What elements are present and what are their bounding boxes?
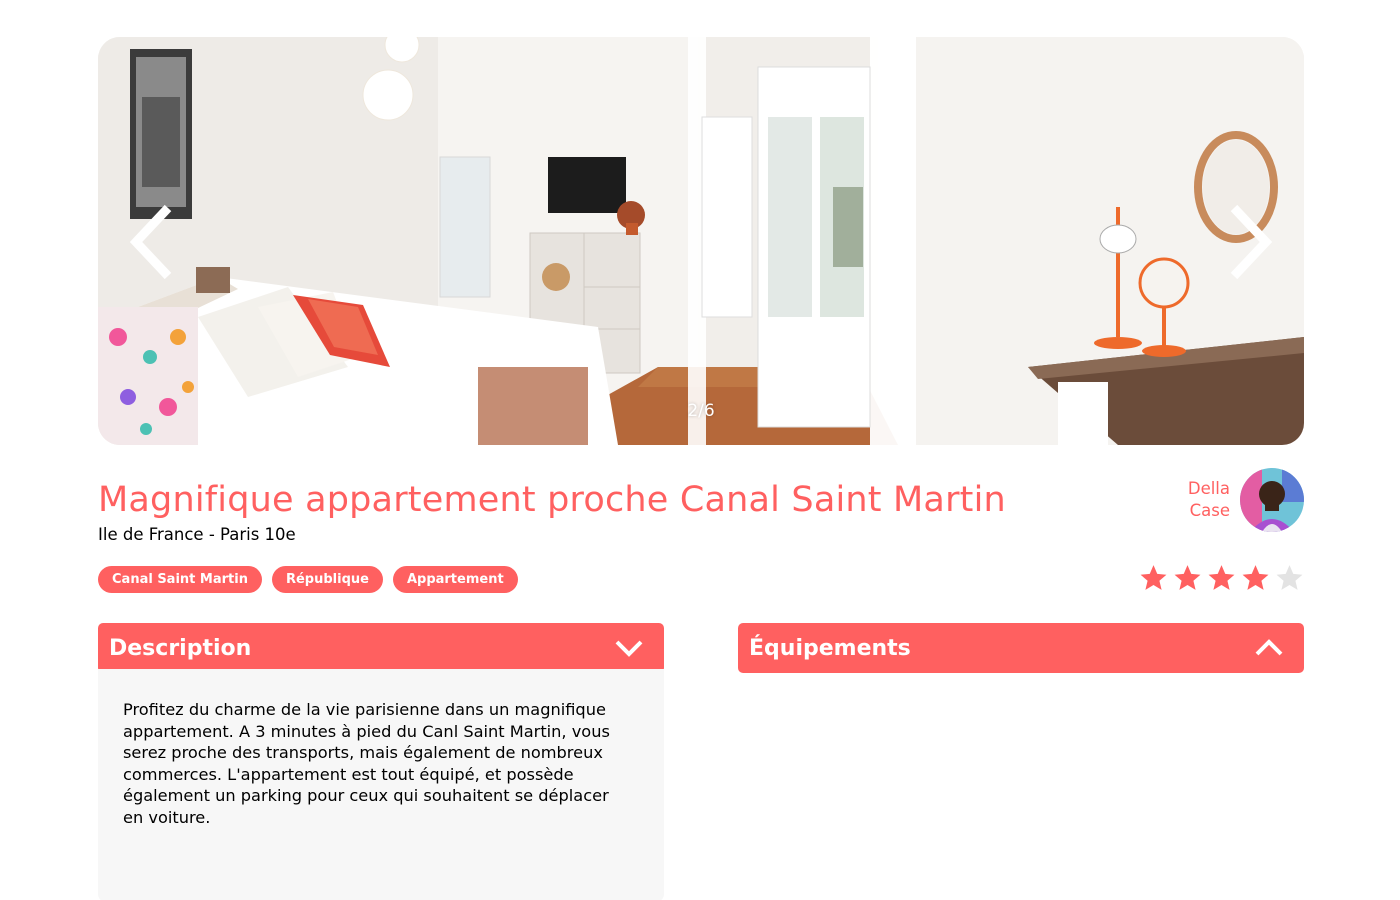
description-title: Description <box>109 635 252 661</box>
host-first-name: Della <box>1187 479 1230 498</box>
chevron-down-icon <box>615 640 643 657</box>
photo-carousel[interactable]: 2/6 <box>98 37 1304 445</box>
host-last-name: Case <box>1189 501 1230 520</box>
equipment-section: Équipements <box>738 623 1304 673</box>
chevron-left-icon <box>129 204 172 280</box>
previous-photo-button[interactable] <box>120 197 184 287</box>
star-icon-4 <box>1242 565 1269 590</box>
star-icon-2 <box>1174 565 1201 590</box>
next-photo-button[interactable] <box>1218 197 1282 287</box>
rating-stars <box>1139 563 1304 592</box>
photo-counter: 2/6 <box>687 401 715 421</box>
star-icon-1 <box>1140 565 1167 590</box>
description-body: Profitez du charme de la vie parisienne … <box>98 669 664 900</box>
star-icon-3 <box>1208 565 1235 590</box>
description-section: Description Profitez du charme de la vie… <box>98 623 664 900</box>
tag-canal-saint-martin[interactable]: Canal Saint Martin <box>98 566 262 593</box>
chevron-right-icon <box>1230 204 1273 280</box>
host-info: Della Case <box>1188 468 1304 532</box>
tag-appartement[interactable]: Appartement <box>392 566 518 593</box>
tag-republique[interactable]: République <box>271 566 383 593</box>
host-name: Della Case <box>1188 478 1230 522</box>
host-avatar <box>1240 468 1304 532</box>
tag-list: Canal Saint Martin République Appartemen… <box>98 566 518 593</box>
listing-title: Magnifique appartement proche Canal Sain… <box>98 480 1006 520</box>
listing-location: Ile de France - Paris 10e <box>98 525 296 544</box>
description-toggle[interactable]: Description <box>98 623 664 673</box>
description-text: Profitez du charme de la vie parisienne … <box>123 700 610 827</box>
equipment-toggle[interactable]: Équipements <box>738 623 1304 673</box>
chevron-up-icon <box>1255 639 1283 656</box>
star-icon-5 <box>1276 565 1303 590</box>
apartment-photo <box>98 37 1304 445</box>
equipment-title: Équipements <box>749 635 911 661</box>
